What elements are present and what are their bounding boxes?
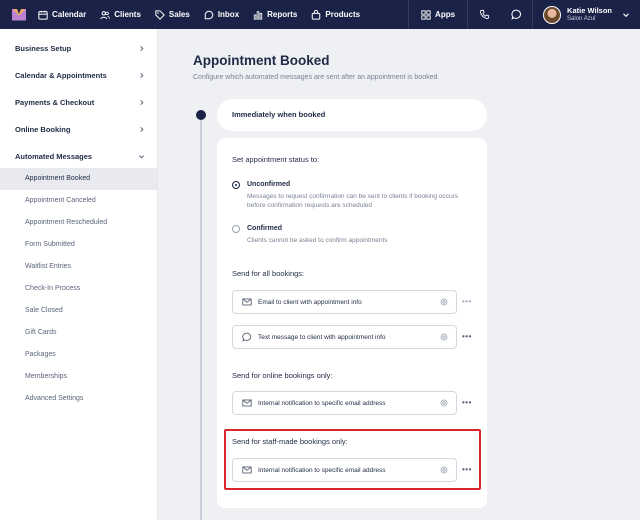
sidebar-item-appointment-rescheduled[interactable]: Appointment Rescheduled — [0, 212, 157, 234]
sidebar-item-waitlist-entries[interactable]: Waitlist Entries — [0, 256, 157, 278]
mail-icon — [242, 399, 252, 407]
nav-clients[interactable]: Clients — [100, 0, 141, 29]
nav-products[interactable]: Products — [311, 0, 360, 29]
staff-bookings-heading: Send for staff-made bookings only: — [232, 437, 348, 446]
clients-icon — [100, 10, 111, 19]
calendar-icon — [38, 10, 48, 20]
chevron-down-icon — [138, 155, 145, 159]
radio-unconfirmed-label[interactable]: Unconfirmed — [247, 181, 290, 188]
message-label: Text message to client with appointment … — [258, 333, 386, 341]
all-bookings-heading: Send for all bookings: — [232, 269, 305, 278]
sidebar-item-check-in-process[interactable]: Check-In Process — [0, 278, 157, 300]
nav-products-label: Products — [325, 10, 361, 19]
page-subtitle: Configure which automated messages are s… — [193, 74, 440, 81]
nav-inbox[interactable]: Inbox — [204, 0, 239, 29]
sidebar-item-advanced-settings[interactable]: Advanced Settings — [0, 388, 157, 410]
phone-button[interactable] — [468, 0, 500, 29]
user-business: Salon Azul — [567, 16, 596, 22]
radio-confirmed-description: Clients cannot be asked to confirm appoi… — [247, 237, 388, 244]
sidebar-item-sale-closed[interactable]: Sale Closed — [0, 300, 157, 322]
timeline-dot — [196, 110, 206, 120]
settings-icon[interactable] — [440, 399, 448, 407]
avatar — [543, 5, 562, 24]
mail-icon — [242, 298, 252, 306]
message-label: Email to client with appointment info — [258, 298, 362, 306]
nav-sales[interactable]: Sales — [155, 0, 190, 29]
sidebar-section-business-setup[interactable]: Business Setup — [15, 44, 145, 53]
nav-reports[interactable]: Reports — [253, 0, 297, 29]
nav-divider — [408, 0, 410, 29]
sidebar-section-label: Calendar & Appointments — [15, 71, 107, 80]
message-label: Internal notification to specific email … — [258, 466, 386, 474]
radio-confirmed-label[interactable]: Confirmed — [247, 225, 282, 232]
message-label: Internal notification to specific email … — [258, 399, 386, 407]
more-options-button[interactable]: ••• — [462, 297, 472, 306]
chevron-right-icon — [140, 72, 144, 79]
sidebar-item-gift-cards[interactable]: Gift Cards — [0, 322, 157, 344]
settings-icon[interactable] — [440, 466, 448, 474]
nav-inbox-label: Inbox — [217, 10, 240, 19]
sidebar-section-label: Online Booking — [15, 125, 71, 134]
sidebar-item-memberships[interactable]: Memberships — [0, 366, 157, 388]
more-options-button[interactable]: ••• — [462, 332, 472, 341]
chevron-right-icon — [140, 126, 144, 133]
message-internal-online[interactable]: Internal notification to specific email … — [232, 391, 457, 415]
sidebar-section-payments-checkout[interactable]: Payments & Checkout — [15, 98, 145, 107]
inbox-icon — [204, 10, 214, 19]
chevron-down-icon — [623, 12, 629, 17]
sidebar-section-online-booking[interactable]: Online Booking — [15, 125, 145, 134]
top-nav: Calendar Clients Sales Inbox Reports Pro… — [0, 0, 640, 29]
nav-sales-label: Sales — [168, 10, 190, 19]
message-internal-staff[interactable]: Internal notification to specific email … — [232, 458, 457, 482]
user-menu[interactable]: Katie Wilson Salon Azul — [533, 0, 640, 29]
sidebar-section-calendar-appointments[interactable]: Calendar & Appointments — [15, 71, 145, 80]
nav-apps[interactable]: Apps — [421, 0, 455, 29]
settings-icon[interactable] — [440, 333, 448, 341]
bag-icon — [312, 9, 321, 20]
trigger-header: Immediately when booked — [217, 99, 487, 131]
app-logo[interactable] — [12, 8, 26, 21]
nav-reports-label: Reports — [267, 10, 298, 19]
chevron-right-icon — [140, 99, 144, 106]
sidebar-section-label: Business Setup — [15, 44, 72, 53]
sidebar-section-label: Payments & Checkout — [15, 98, 95, 107]
more-options-button[interactable]: ••• — [462, 465, 472, 474]
sidebar-item-appointment-booked[interactable]: Appointment Booked — [0, 168, 157, 190]
apps-grid-icon — [421, 9, 431, 20]
nav-apps-label: Apps — [435, 10, 456, 19]
nav-calendar-label: Calendar — [52, 10, 87, 19]
page-title: Appointment Booked — [193, 53, 330, 68]
nav-calendar[interactable]: Calendar — [38, 0, 86, 29]
user-name: Katie Wilson — [567, 6, 612, 15]
sidebar-item-form-submitted[interactable]: Form Submitted — [0, 234, 157, 256]
sidebar-section-automated-messages[interactable]: Automated Messages — [15, 152, 145, 161]
online-bookings-heading: Send for online bookings only: — [232, 371, 333, 380]
settings-sidebar: Business Setup Calendar & Appointments P… — [0, 29, 158, 520]
chat-icon — [242, 332, 252, 342]
mail-icon — [242, 466, 252, 474]
radio-confirmed[interactable] — [232, 225, 240, 233]
message-email-client[interactable]: Email to client with appointment info — [232, 290, 457, 314]
radio-unconfirmed[interactable] — [232, 181, 240, 189]
settings-icon[interactable] — [440, 298, 448, 306]
nav-clients-label: Clients — [114, 10, 141, 19]
message-text-client[interactable]: Text message to client with appointment … — [232, 325, 457, 349]
status-heading: Set appointment status to: — [232, 155, 320, 164]
messages-button[interactable] — [500, 0, 532, 29]
sidebar-item-packages[interactable]: Packages — [0, 344, 157, 366]
sidebar-item-appointment-canceled[interactable]: Appointment Canceled — [0, 190, 157, 212]
phone-icon — [479, 9, 489, 20]
chevron-right-icon — [140, 45, 144, 52]
radio-unconfirmed-description: Messages to request confirmation can be … — [247, 193, 458, 209]
tag-icon — [155, 9, 165, 20]
sidebar-section-label: Automated Messages — [15, 152, 93, 161]
more-options-button[interactable]: ••• — [462, 398, 472, 407]
chat-bubble-icon — [510, 9, 521, 20]
timeline-line — [200, 117, 202, 520]
bar-chart-icon — [253, 10, 263, 20]
